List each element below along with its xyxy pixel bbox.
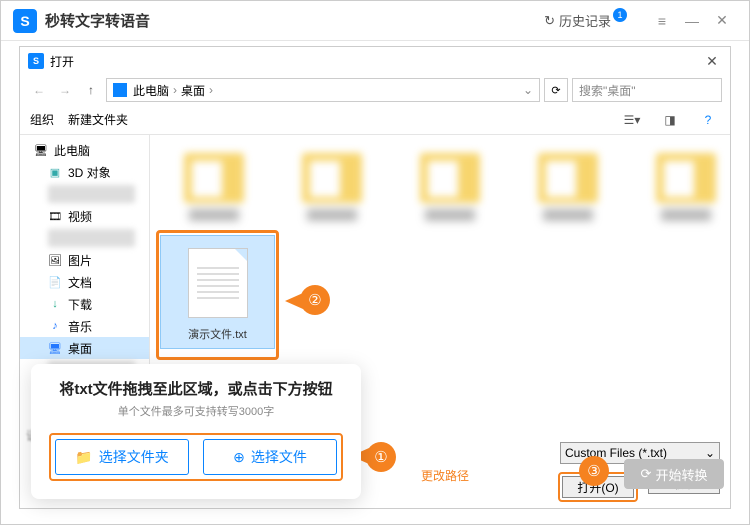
tree-3d-objects[interactable]: ▣ 3D 对象 [20,161,149,183]
refresh-button[interactable]: ⟳ [544,78,568,102]
file-add-icon: ⊕ [233,449,245,466]
history-link[interactable]: ↻ 历史记录 1 [544,11,627,30]
history-label: 历史记录 [559,11,611,30]
dialog-icon: S [28,53,44,69]
tree-label: 视频 [68,208,92,225]
pc-icon: 🖥 [34,143,48,157]
chevron-right-icon: › [173,83,177,97]
forward-button[interactable]: → [54,79,76,101]
tree-videos[interactable]: 🎞 视频 [20,205,149,227]
app-title: 秒转文字转语音 [45,10,544,31]
pc-icon [113,83,127,97]
cube-icon: ▣ [48,165,62,179]
search-placeholder: 搜索"桌面" [579,82,636,99]
chevron-down-icon[interactable]: ⌄ [523,83,533,97]
folder-item[interactable] [652,145,720,235]
preview-pane-button[interactable]: ◨ [658,111,682,129]
tree-label: 文档 [68,274,92,291]
txt-file-icon [188,248,248,318]
app-titlebar: S 秒转文字转语音 ↻ 历史记录 1 ≡ — ✕ [1,1,749,41]
change-path-link[interactable]: 更改路径 [421,467,469,484]
callout-tail [285,293,303,309]
filetype-label: Custom Files (*.txt) [565,446,667,460]
start-convert-button[interactable]: ⟳ 开始转换 [624,459,724,489]
folder-item[interactable] [180,145,248,235]
help-button[interactable]: ? [696,111,720,129]
music-icon: ♪ [48,319,62,333]
menu-button[interactable]: ≡ [647,6,677,36]
folder-icon: 📁 [75,449,92,466]
tree-label: 下载 [68,296,92,313]
callout-marker-2: ② [300,285,330,315]
breadcrumb[interactable]: 此电脑 › 桌面 › ⌄ [106,78,540,102]
tree-downloads[interactable]: ↓ 下载 [20,293,149,315]
image-icon: 🖼 [48,253,62,267]
dialog-titlebar: S 打开 ✕ [20,47,730,75]
history-badge: 1 [613,8,627,22]
dropzone-buttons: 📁 选择文件夹 ⊕ 选择文件 [55,439,337,475]
minimize-button[interactable]: — [677,6,707,36]
tree-desktop[interactable]: 🖥 桌面 [20,337,149,359]
folder-item[interactable] [534,145,602,235]
dropzone-card: 将txt文件拖拽至此区域，或点击下方按钮 单个文件最多可支持转写3000字 📁 … [31,364,361,499]
back-button[interactable]: ← [28,79,50,101]
dialog-close-button[interactable]: ✕ [702,51,722,71]
close-button[interactable]: ✕ [707,6,737,36]
video-icon: 🎞 [48,209,62,223]
tree-label: 图片 [68,252,92,269]
breadcrumb-desktop: 桌面 [181,82,205,99]
history-icon: ↻ [544,13,555,29]
tree-label: 桌面 [68,340,92,357]
callout-marker-1: ① [366,442,396,472]
callout-marker-3: ③ [579,456,609,486]
document-icon: 📄 [48,275,62,289]
file-item-selected[interactable]: 演示文件.txt [160,235,275,349]
tree-label: 音乐 [68,318,92,335]
highlight-box-1: 📁 选择文件夹 ⊕ 选择文件 [49,433,343,481]
search-input[interactable]: 搜索"桌面" [572,78,722,102]
select-file-label: 选择文件 [251,447,307,467]
blurred-item [48,185,135,203]
tree-label: 此电脑 [54,142,90,159]
blurred-item [48,229,135,247]
tree-this-pc[interactable]: 🖥 此电脑 [20,139,149,161]
tree-pictures[interactable]: 🖼 图片 [20,249,149,271]
download-icon: ↓ [48,297,62,311]
convert-icon: ⟳ [641,466,652,482]
up-button[interactable]: ↑ [80,79,102,101]
chevron-right-icon: › [209,83,213,97]
tree-music[interactable]: ♪ 音乐 [20,315,149,337]
new-folder-button[interactable]: 新建文件夹 [68,111,128,128]
folder-row [160,145,720,235]
select-folder-label: 选择文件夹 [99,447,169,467]
folder-item[interactable] [416,145,484,235]
tree-label: 3D 对象 [68,164,111,181]
folder-item[interactable] [298,145,366,235]
organize-menu[interactable]: 组织 [30,111,54,128]
toolbar: 组织 新建文件夹 ☰▾ ◨ ? [20,105,730,135]
app-logo: S [13,9,37,33]
view-options-button[interactable]: ☰▾ [620,111,644,129]
start-label: 开始转换 [655,465,707,484]
file-name: 演示文件.txt [169,326,266,342]
breadcrumb-pc: 此电脑 [133,82,169,99]
tree-documents[interactable]: 📄 文档 [20,271,149,293]
dropzone-subtitle: 单个文件最多可支持转写3000字 [49,403,343,419]
select-file-button[interactable]: ⊕ 选择文件 [203,439,337,475]
chevron-down-icon: ⌄ [705,446,715,460]
nav-row: ← → ↑ 此电脑 › 桌面 › ⌄ ⟳ 搜索"桌面" [20,75,730,105]
select-folder-button[interactable]: 📁 选择文件夹 [55,439,189,475]
dropzone-title: 将txt文件拖拽至此区域，或点击下方按钮 [49,378,343,399]
desktop-icon: 🖥 [48,341,62,355]
dialog-title: 打开 [50,53,702,70]
